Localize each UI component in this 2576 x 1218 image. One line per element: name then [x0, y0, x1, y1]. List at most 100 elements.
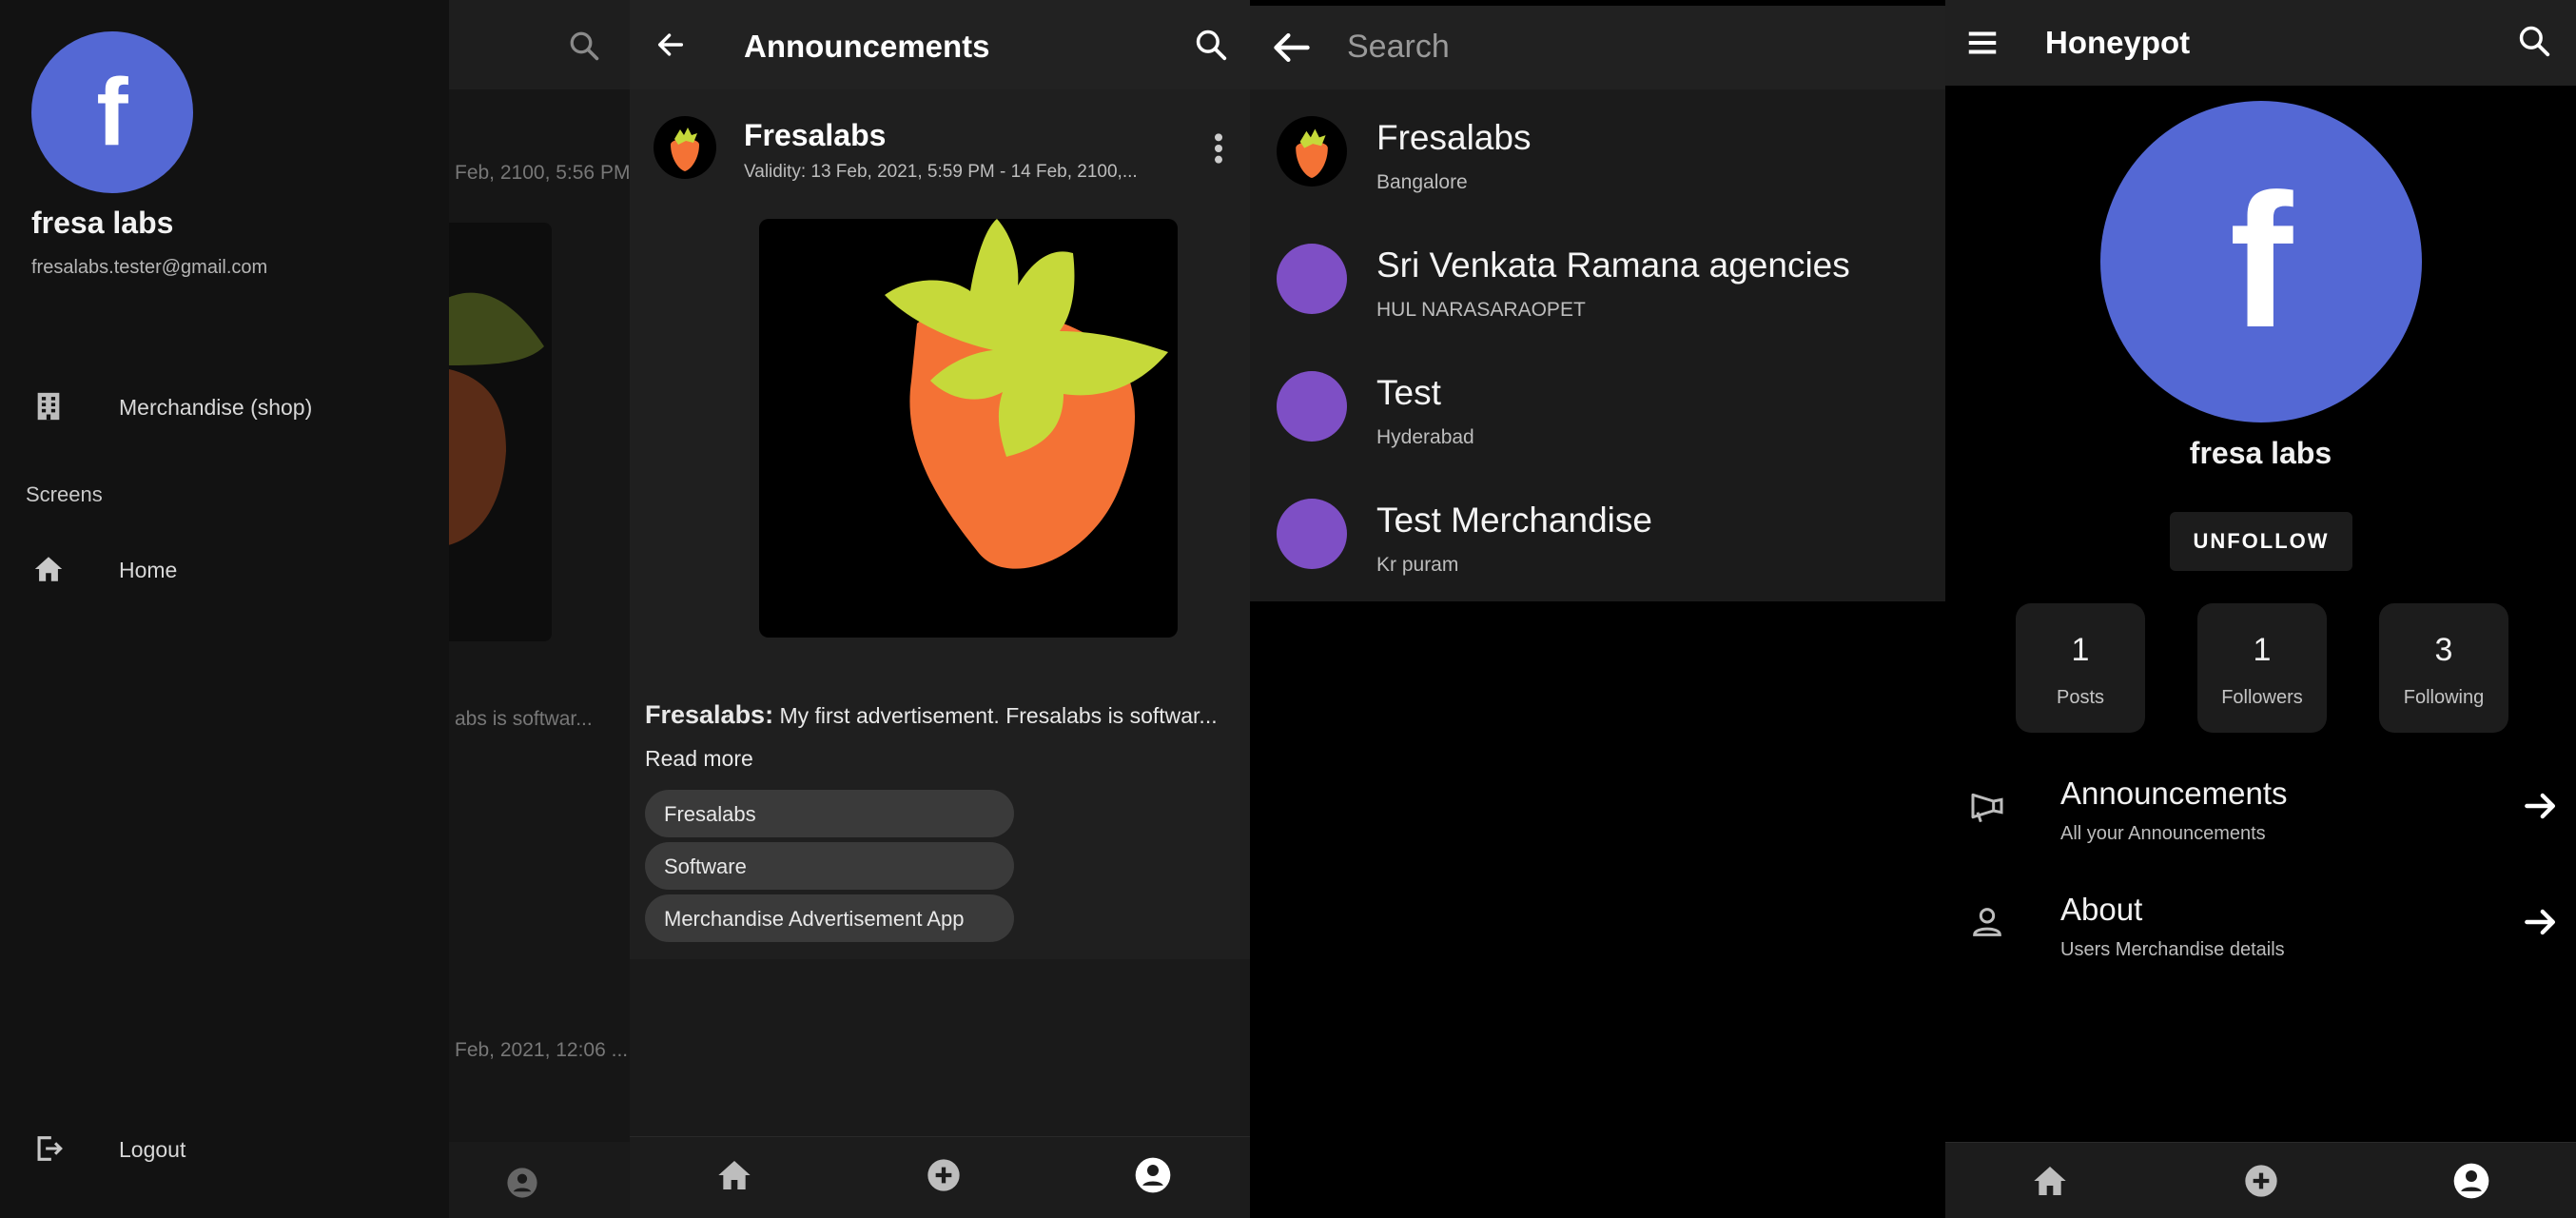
background-appbar [449, 0, 630, 89]
add-circle-icon[interactable] [925, 1156, 963, 1194]
row-subtitle: All your Announcements [2060, 823, 2266, 844]
back-arrow-icon[interactable] [1269, 27, 1315, 69]
person-icon [1973, 908, 2001, 936]
drawer-section-header: Screens [26, 482, 103, 506]
search-icon[interactable] [1193, 27, 1229, 63]
building-icon [37, 392, 60, 421]
list-item[interactable]: Fresalabs Bangalore [1250, 89, 1945, 217]
background-bottom-nav [449, 1142, 630, 1218]
arrow-right-icon [2525, 793, 2556, 819]
home-icon[interactable] [2031, 1162, 2069, 1200]
result-name: Test Merchandise [1376, 501, 1652, 540]
profile-screen: Honeypot f fresa labs UNFOLLOW 1 Posts 1… [1945, 0, 2576, 1218]
drawer-screen: Feb, 2100, 5:56 PM abs is softwar... Feb… [0, 0, 630, 1218]
search-input[interactable] [1347, 25, 1918, 69]
announcement-card: Fresalabs Validity: 13 Feb, 2021, 5:59 P… [630, 89, 1250, 959]
drawer-item-label: Home [119, 558, 178, 582]
stat-label: Following [2403, 687, 2485, 708]
stat-following[interactable]: 3 Following [2379, 603, 2508, 733]
result-location: Kr puram [1376, 554, 1459, 576]
result-name: Test [1376, 373, 1441, 412]
bottom-navigation [1945, 1142, 2576, 1218]
drawer-item-logout[interactable]: Logout [0, 1115, 449, 1182]
read-more-link[interactable]: Read more [645, 746, 753, 772]
profile-avatar[interactable]: f [2100, 101, 2422, 422]
bottom-navigation [630, 1136, 1250, 1218]
logout-icon [37, 1136, 63, 1161]
stat-value: 3 [2434, 632, 2453, 668]
tag-chip[interactable]: Software [645, 842, 1014, 890]
result-name: Sri Venkata Ramana agencies [1376, 246, 1850, 285]
home-icon [34, 557, 63, 581]
result-name: Fresalabs [1376, 118, 1532, 157]
background-validity-text: Feb, 2100, 5:56 PM [455, 162, 630, 184]
strawberry-logo-icon [671, 128, 699, 171]
stat-value: 1 [2253, 632, 2272, 668]
profile-name: fresa labs [2189, 436, 2332, 470]
tag-chip[interactable]: Merchandise Advertisement App [645, 894, 1014, 942]
list-item[interactable]: Test Hyderabad [1250, 344, 1945, 472]
stat-posts[interactable]: 1 Posts [2016, 603, 2145, 733]
search-results-list: Fresalabs Bangalore Sri Venkata Ramana a… [1250, 89, 1945, 601]
background-date-text: Feb, 2021, 12:06 ... [455, 1039, 629, 1061]
app-title: Honeypot [2045, 25, 2191, 60]
user-email: fresalabs.tester@gmail.com [31, 257, 268, 278]
search-screen: Fresalabs Bangalore Sri Venkata Ramana a… [1250, 0, 1945, 1218]
user-name: fresa labs [31, 206, 174, 240]
background-post-text: abs is softwar... [455, 708, 593, 730]
stat-label: Posts [2056, 687, 2105, 708]
page-title: Announcements [744, 29, 990, 64]
navigation-drawer: f fresa labs fresalabs.tester@gmail.com … [0, 0, 449, 1218]
list-item[interactable]: Sri Venkata Ramana agencies HUL NARASARA… [1250, 217, 1945, 344]
drawer-item-label: Merchandise (shop) [119, 395, 313, 420]
back-arrow-icon[interactable] [654, 29, 687, 61]
drawer-item-home[interactable]: Home [0, 536, 449, 602]
result-location: HUL NARASARAOPET [1376, 299, 1586, 321]
validity-text: Validity: 13 Feb, 2021, 5:59 PM - 14 Feb… [744, 162, 1138, 182]
about-row[interactable]: About Users Merchandise details [1945, 873, 2576, 977]
more-options-icon[interactable] [1204, 129, 1233, 167]
stat-followers[interactable]: 1 Followers [2197, 603, 2327, 733]
stat-label: Followers [2221, 687, 2303, 708]
search-icon[interactable] [2516, 23, 2552, 59]
result-location: Bangalore [1376, 171, 1468, 193]
post-body-author: Fresalabs: [645, 700, 774, 729]
stat-value: 1 [2071, 632, 2090, 668]
list-item[interactable]: Test Merchandise Kr puram [1250, 472, 1945, 599]
account-icon [507, 1168, 537, 1198]
drawer-item-label: Logout [119, 1137, 186, 1162]
result-logo [1277, 116, 1347, 187]
search-icon [570, 31, 599, 61]
app-bar: Honeypot [1945, 0, 2576, 86]
strawberry-logo-icon [1296, 128, 1328, 179]
author-name[interactable]: Fresalabs [744, 118, 886, 153]
tag-chip[interactable]: Fresalabs [645, 790, 1014, 837]
arrow-right-icon [2525, 909, 2556, 935]
drawer-item-merchandise[interactable]: Merchandise (shop) [0, 373, 449, 440]
app-bar: Announcements [630, 0, 1250, 89]
result-avatar [1277, 371, 1347, 442]
post-body: Fresalabs: My first advertisement. Fresa… [645, 700, 1239, 730]
menu-icon[interactable] [1964, 25, 2000, 61]
result-avatar [1277, 244, 1347, 314]
account-icon[interactable] [2452, 1162, 2490, 1200]
announcements-row[interactable]: Announcements All your Announcements [1945, 756, 2576, 861]
post-image[interactable] [759, 219, 1178, 638]
author-logo[interactable] [654, 116, 716, 179]
result-avatar [1277, 499, 1347, 569]
post-body-text: My first advertisement. Fresalabs is sof… [773, 703, 1218, 728]
background-post-image [449, 223, 552, 641]
megaphone-icon [1971, 793, 2003, 823]
row-subtitle: Users Merchandise details [2060, 939, 2285, 960]
background-screen: Feb, 2100, 5:56 PM abs is softwar... Feb… [449, 0, 630, 1218]
announcements-screen: Announcements Fresalabs Validity: 13 Feb… [630, 0, 1250, 1218]
add-circle-icon[interactable] [2242, 1162, 2280, 1200]
home-icon[interactable] [715, 1156, 753, 1194]
avatar[interactable]: f [31, 31, 193, 193]
unfollow-button[interactable]: UNFOLLOW [2170, 512, 2352, 571]
search-bar [1250, 6, 1945, 89]
result-location: Hyderabad [1376, 426, 1474, 448]
account-icon[interactable] [1134, 1156, 1172, 1194]
row-title: About [2060, 892, 2143, 927]
strawberry-image [885, 219, 1168, 569]
